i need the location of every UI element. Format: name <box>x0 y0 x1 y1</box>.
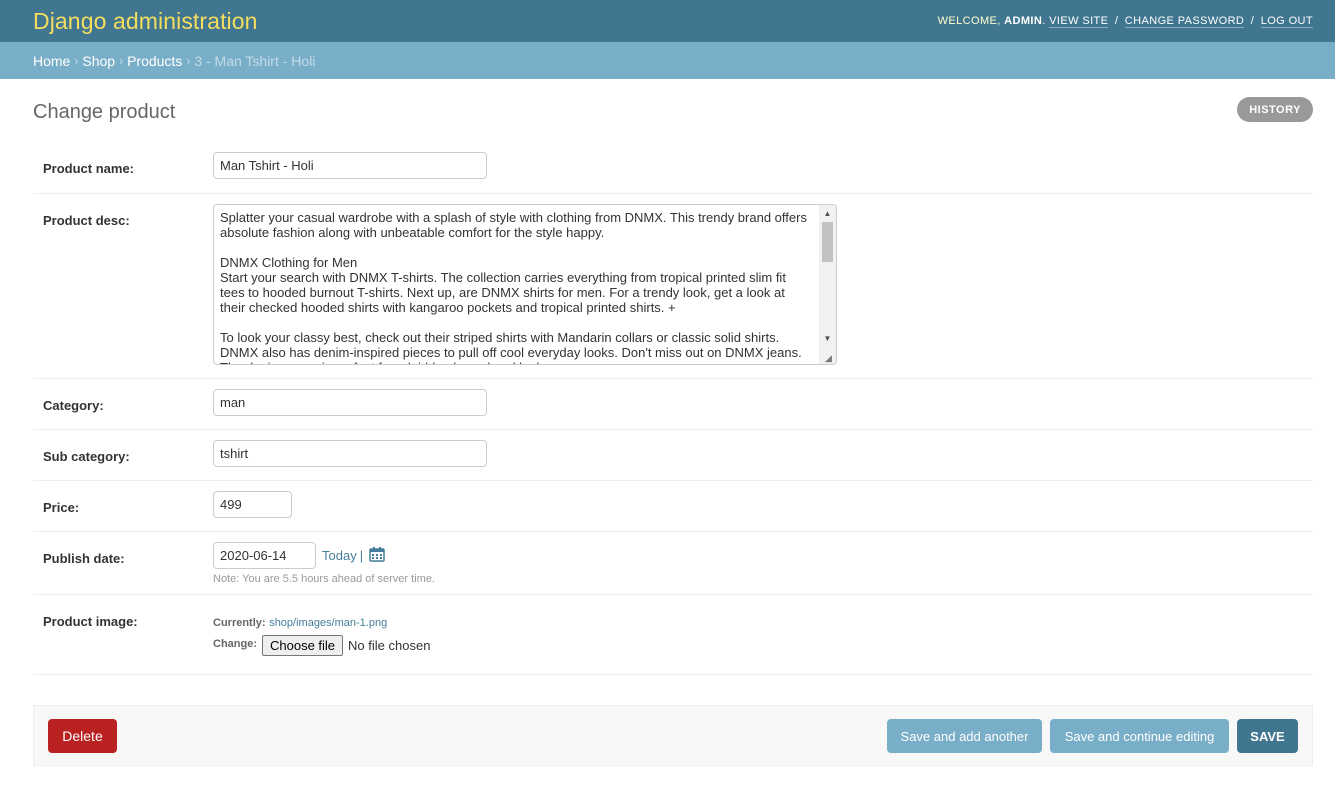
sub-category-field-wrap <box>213 440 487 467</box>
calendar-icon[interactable] <box>369 546 385 565</box>
form-row-product-image: Product image: Currently: shop/images/ma… <box>33 595 1313 675</box>
scroll-up-arrow-icon[interactable]: ▲ <box>819 205 836 222</box>
product-desc-label: Product desc: <box>43 213 130 228</box>
scroll-thumb[interactable] <box>822 222 833 262</box>
breadcrumb-separator: › <box>74 53 79 68</box>
sub-category-label: Sub category: <box>43 449 130 464</box>
breadcrumb-home[interactable]: Home <box>33 53 70 69</box>
product-name-input[interactable] <box>213 152 487 179</box>
form-row-publish-date: Publish date: Today | <box>33 532 1313 595</box>
category-input[interactable] <box>213 389 487 416</box>
breadcrumb-current: 3 - Man Tshirt - Holi <box>194 52 316 69</box>
title-row: Change product HISTORY <box>33 79 1313 143</box>
change-label: Change: <box>213 637 257 650</box>
delete-button[interactable]: Delete <box>48 719 117 753</box>
product-desc-textarea[interactable]: Splatter your casual wardrobe with a spl… <box>213 204 837 365</box>
header: Django administration WELCOME, ADMIN. VI… <box>0 0 1335 42</box>
separator: / <box>1114 15 1119 27</box>
view-site-link[interactable]: VIEW SITE <box>1049 15 1109 28</box>
breadcrumb-separator: › <box>119 53 124 68</box>
product-desc-text: Splatter your casual wardrobe with a spl… <box>220 210 807 364</box>
page-title: Change product <box>33 101 176 123</box>
category-field-wrap <box>213 389 487 416</box>
breadcrumb-products[interactable]: Products <box>127 53 182 69</box>
today-separator: | <box>359 548 364 563</box>
product-image-label: Product image: <box>43 614 138 629</box>
content: Change product HISTORY Product name: Pro… <box>0 79 1335 675</box>
publish-date-input[interactable] <box>213 542 316 569</box>
form-row-product-name: Product name: <box>33 143 1313 194</box>
scroll-down-arrow-icon[interactable]: ▼ <box>819 330 836 347</box>
submit-row: Delete Save and add another Save and con… <box>33 705 1313 766</box>
site-branding[interactable]: Django administration <box>33 8 258 35</box>
form-row-sub-category: Sub category: <box>33 430 1313 481</box>
product-desc-field-wrap: Splatter your casual wardrobe with a spl… <box>213 204 837 365</box>
save-and-add-another-button[interactable]: Save and add another <box>887 719 1042 753</box>
category-label: Category: <box>43 398 104 413</box>
publish-date-field-wrap: Today | Note: You are 5.5 hours <box>213 542 435 585</box>
breadcrumb: Home › Shop › Products › 3 - Man Tshirt … <box>0 42 1335 79</box>
currently-label: Currently: <box>213 617 266 629</box>
textarea-scrollbar[interactable]: ▲ ▼ <box>819 205 836 364</box>
user-tools: WELCOME, ADMIN. VIEW SITE / CHANGE PASSW… <box>937 15 1313 28</box>
price-label: Price: <box>43 500 80 515</box>
price-input[interactable] <box>213 491 292 518</box>
resize-grip-icon[interactable]: ◢ <box>825 353 835 363</box>
choose-file-button[interactable]: Choose file <box>262 635 344 656</box>
today-link[interactable]: Today <box>322 548 357 563</box>
timezone-help-text: Note: You are 5.5 hours ahead of server … <box>213 573 435 585</box>
breadcrumb-separator: › <box>186 53 191 68</box>
price-field-wrap <box>213 491 292 518</box>
welcome-suffix: . <box>1042 15 1046 27</box>
form-row-product-desc: Product desc: Splatter your casual wardr… <box>33 194 1313 379</box>
product-name-label: Product name: <box>43 161 135 176</box>
no-file-chosen-text: No file chosen <box>348 638 431 653</box>
publish-date-label: Publish date: <box>43 551 125 566</box>
welcome-text: WELCOME, <box>937 15 1005 27</box>
separator: / <box>1250 15 1255 27</box>
form-row-category: Category: <box>33 379 1313 430</box>
save-and-continue-button[interactable]: Save and continue editing <box>1050 719 1229 753</box>
product-image-field-wrap: Currently: shop/images/man-1.png Change:… <box>213 614 430 656</box>
save-button[interactable]: SAVE <box>1237 719 1298 753</box>
history-button[interactable]: HISTORY <box>1237 97 1313 122</box>
sub-category-input[interactable] <box>213 440 487 467</box>
log-out-link[interactable]: LOG OUT <box>1260 15 1313 28</box>
change-password-link[interactable]: CHANGE PASSWORD <box>1124 15 1245 28</box>
username: ADMIN <box>1004 15 1043 27</box>
form-row-price: Price: <box>33 481 1313 532</box>
breadcrumb-shop[interactable]: Shop <box>82 53 115 69</box>
current-image-link[interactable]: shop/images/man-1.png <box>269 617 387 629</box>
product-name-field-wrap <box>213 152 487 179</box>
